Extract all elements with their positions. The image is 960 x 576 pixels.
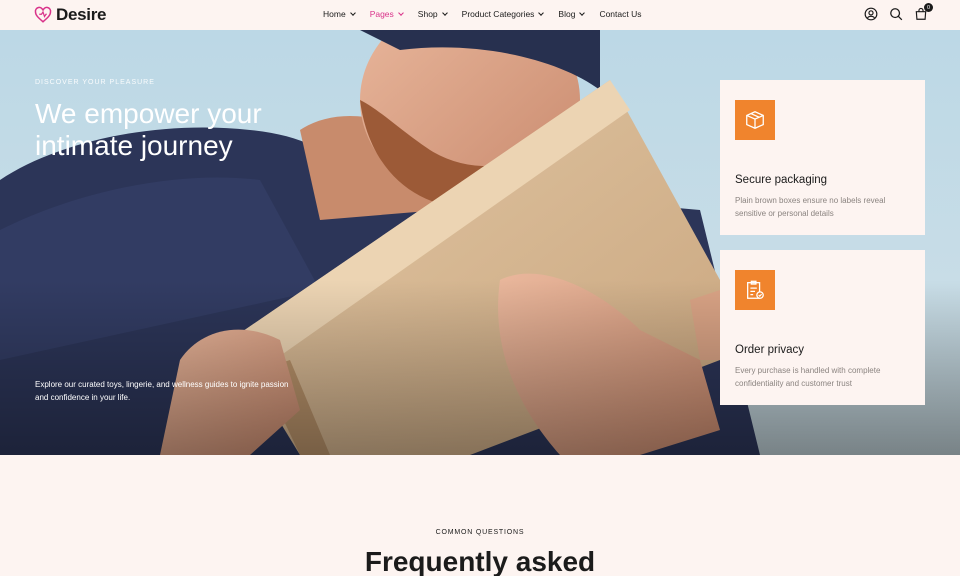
nav-item-contact-us[interactable]: Contact Us [599,9,641,19]
heart-logo-icon [34,6,52,23]
brand-name: Desire [56,5,107,24]
card-title: Secure packaging [735,174,828,186]
nav-label: Blog [558,9,576,19]
chevron-down-icon [538,9,545,16]
nav-item-product-categories[interactable]: Product Categories [461,9,545,19]
user-icon[interactable] [864,7,878,21]
logo[interactable]: Desire [34,5,106,25]
main-nav: Home Pages Shop Product Categories Blog … [323,9,656,19]
chevron-down-icon [579,9,586,16]
package-icon [735,100,775,140]
feature-card-order-privacy: Order privacy Every purchase is handled … [720,250,925,405]
nav-label: Pages [369,9,394,19]
card-title: Order privacy [735,344,805,356]
chevron-down-icon [441,9,448,16]
search-icon[interactable] [889,7,903,21]
chevron-down-icon [349,9,356,16]
faq-eyebrow: COMMON QUESTIONS [435,529,525,536]
nav-label: Product Categories [461,9,535,19]
nav-item-home[interactable]: Home [323,9,356,19]
card-text: Every purchase is handled with complete … [735,366,881,388]
card-text: Plain brown boxes ensure no labels revea… [735,196,886,218]
nav-item-shop[interactable]: Shop [417,9,448,19]
cart-count-badge: 0 [924,3,933,12]
site-header: Desire Home Pages Shop Product Categorie… [0,0,960,30]
hero-section: DISCOVER YOUR PLEASURE We empower your i… [0,30,960,455]
faq-title: Frequently asked [364,546,596,576]
hero-title: We empower your intimate journey [35,98,262,161]
cart-icon[interactable]: 0 [914,3,933,21]
nav-label: Contact Us [599,9,642,19]
hero-eyebrow: DISCOVER YOUR PLEASURE [35,79,155,86]
feature-card-secure-packaging: Secure packaging Plain brown boxes ensur… [720,80,925,235]
nav-item-pages[interactable]: Pages [369,9,404,19]
header-actions: 0 [864,3,933,21]
clipboard-check-icon [735,270,775,310]
nav-item-blog[interactable]: Blog [558,9,586,19]
nav-label: Home [323,9,346,19]
hero-description: Explore our curated toys, lingerie, and … [35,380,289,402]
nav-label: Shop [417,9,438,19]
chevron-down-icon [397,9,404,16]
